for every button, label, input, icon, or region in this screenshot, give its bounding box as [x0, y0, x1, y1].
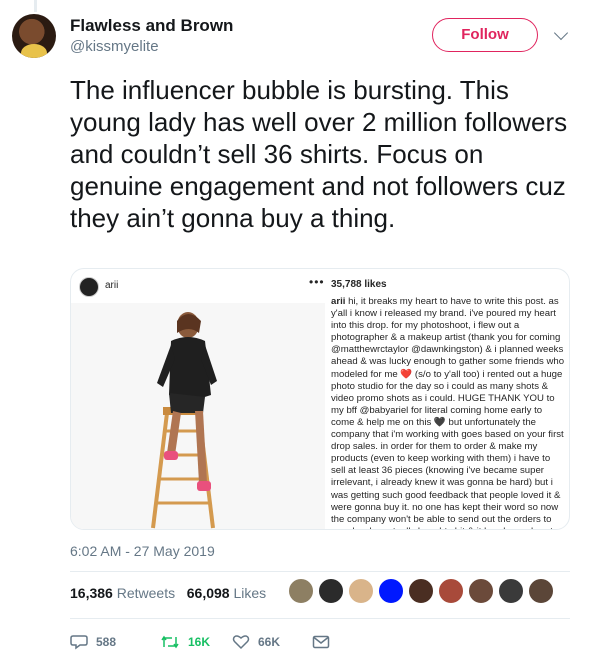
- likes-count[interactable]: 66,098: [187, 585, 230, 601]
- instagram-caption-panel: 35,788 likes arii hi, it breaks my heart…: [331, 279, 567, 529]
- retweets-count[interactable]: 16,386: [70, 585, 113, 601]
- author-handle[interactable]: @kissmyelite: [70, 38, 159, 55]
- instagram-avatar: [79, 277, 99, 297]
- reply-button[interactable]: 588: [70, 632, 116, 652]
- liker-avatar[interactable]: [438, 578, 464, 604]
- author-name[interactable]: Flawless and Brown: [70, 16, 233, 36]
- direct-message-button[interactable]: [312, 632, 330, 652]
- liker-avatar[interactable]: [468, 578, 494, 604]
- liker-avatar[interactable]: [528, 578, 554, 604]
- liker-avatar[interactable]: [408, 578, 434, 604]
- instagram-likes: 35,788 likes: [331, 279, 387, 290]
- liker-avatar[interactable]: [378, 578, 404, 604]
- tweet-header: Flawless and Brown @kissmyelite Follow: [0, 0, 595, 70]
- like-count: 66K: [258, 635, 281, 649]
- instagram-caption: arii hi, it breaks my heart to have to w…: [331, 296, 567, 529]
- retweets-label[interactable]: Retweets: [117, 585, 175, 601]
- liker-avatar[interactable]: [498, 578, 524, 604]
- liker-avatar[interactable]: [348, 578, 374, 604]
- retweet-button[interactable]: 16K: [160, 632, 210, 652]
- post-photo: [71, 303, 325, 529]
- follow-button[interactable]: Follow: [432, 18, 538, 52]
- tweet-timestamp[interactable]: 6:02 AM - 27 May 2019: [70, 543, 215, 559]
- more-options-icon: •••: [309, 275, 325, 289]
- divider: [70, 571, 570, 572]
- retweet-icon: [161, 635, 179, 649]
- retweet-count: 16K: [188, 635, 211, 649]
- caption-username: arii: [331, 296, 346, 307]
- chevron-down-icon[interactable]: [553, 25, 569, 41]
- divider: [70, 618, 570, 619]
- engagement-stats: 16,386 Retweets 66,098 Likes: [70, 585, 266, 601]
- liker-avatar[interactable]: [288, 578, 314, 604]
- likes-label[interactable]: Likes: [233, 585, 266, 601]
- embedded-instagram-screenshot[interactable]: arii ••• 35,788 likes arii hi, it breaks…: [70, 268, 570, 530]
- tweet-text: The influencer bubble is bursting. This …: [70, 75, 568, 233]
- heart-icon: [232, 635, 250, 650]
- reply-count: 588: [96, 635, 117, 649]
- tweet-actions: 588 16K 66K: [70, 632, 390, 652]
- caption-text: hi, it breaks my heart to have to write …: [331, 296, 565, 529]
- liker-avatar[interactable]: [318, 578, 344, 604]
- instagram-username: arii: [105, 280, 119, 291]
- like-button[interactable]: 66K: [232, 632, 280, 652]
- message-icon: [312, 635, 330, 649]
- avatar[interactable]: [12, 14, 56, 58]
- reply-icon: [70, 635, 88, 650]
